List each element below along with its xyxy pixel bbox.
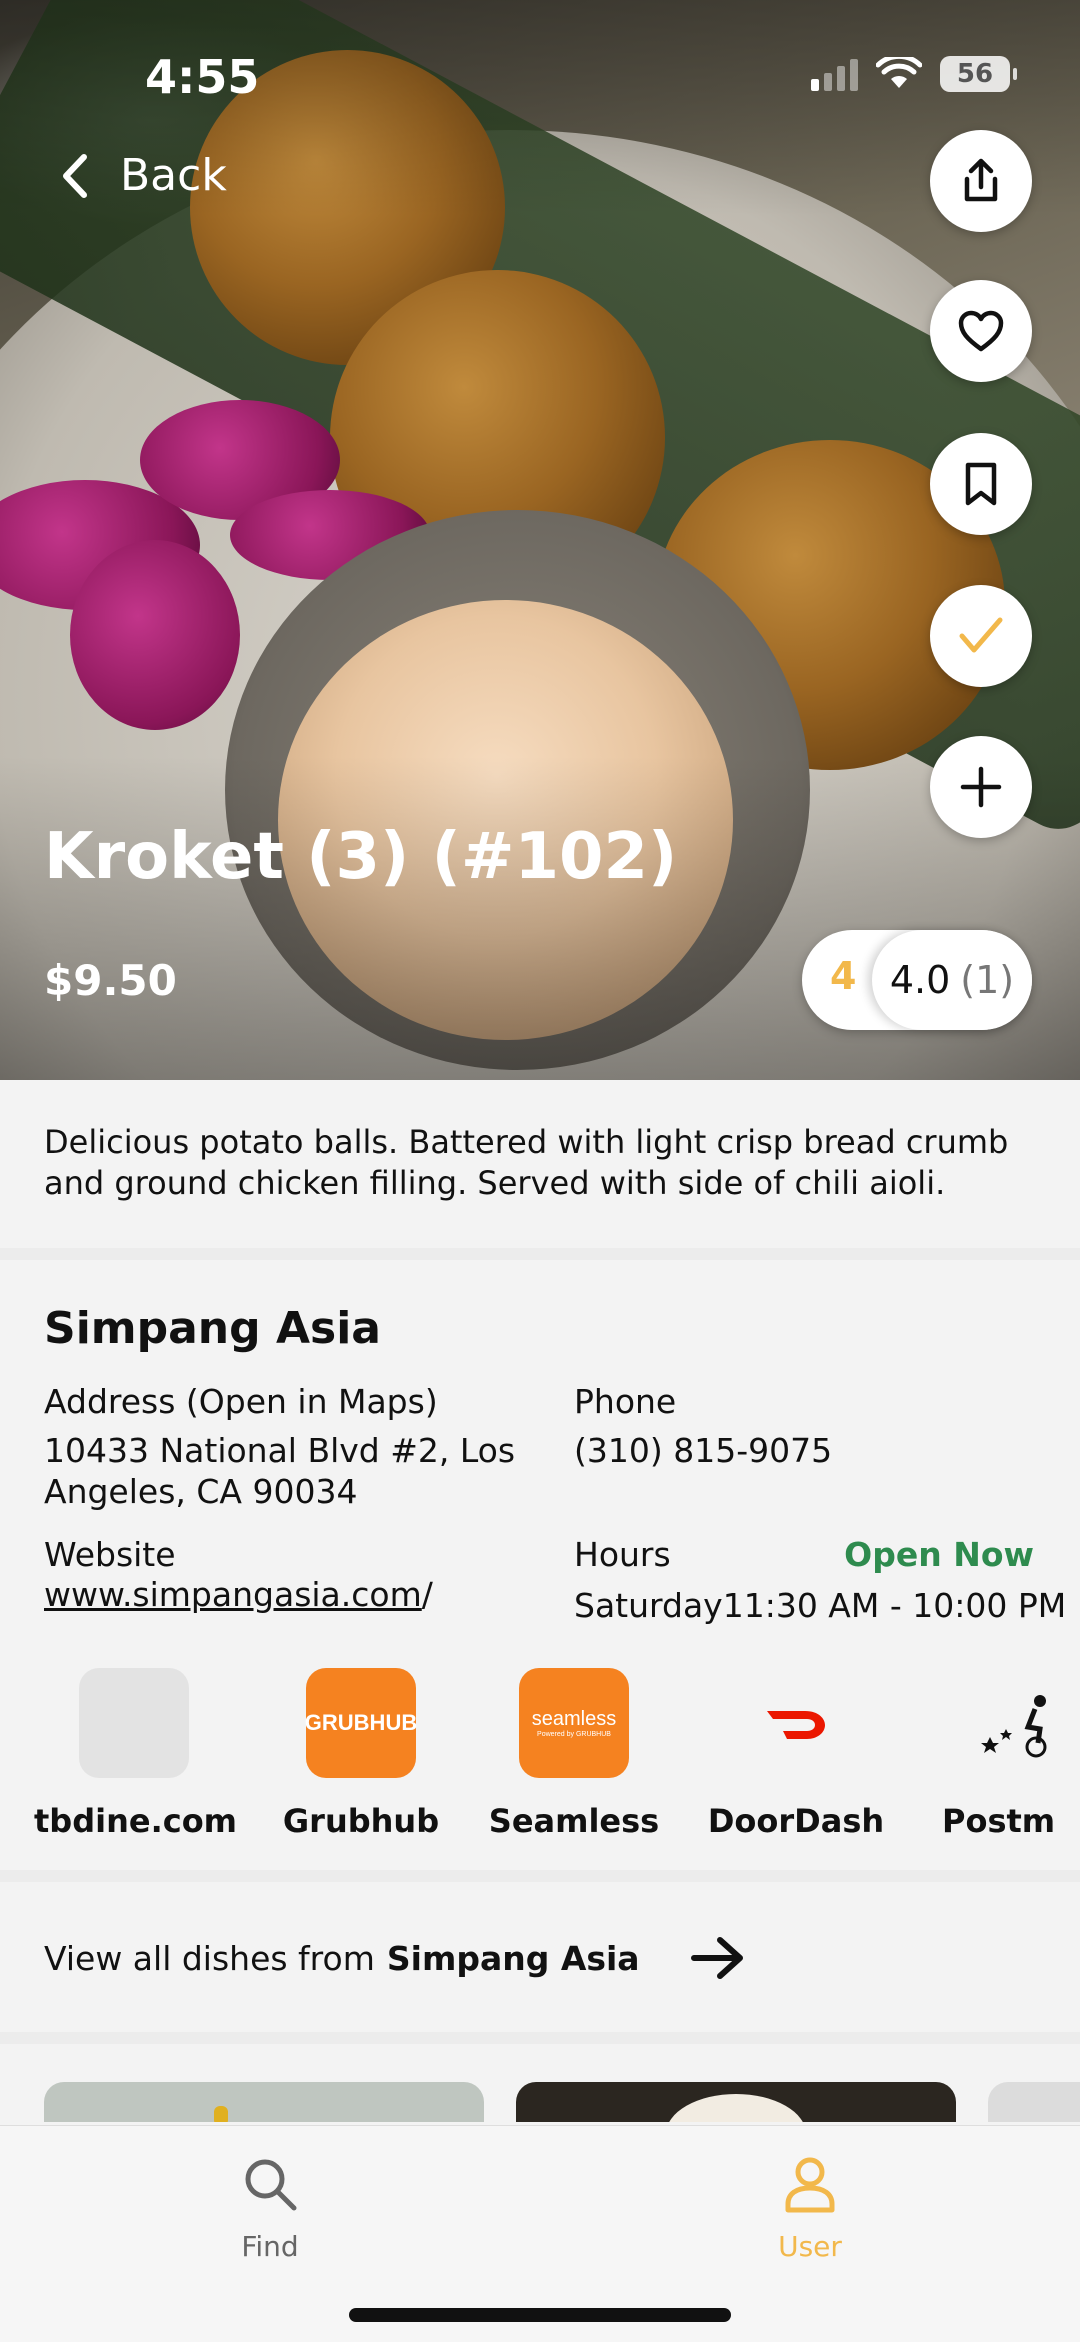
address-value[interactable]: 10433 National Blvd #2, Los Angeles, CA … [44,1430,515,1512]
divider [0,1870,1080,1882]
status-icons: 56 [811,56,1017,92]
back-label: Back [120,150,227,201]
tab-user[interactable]: User [710,2154,910,2263]
bookmark-icon [965,462,997,506]
view-all-prefix: View all dishes from [44,1938,375,1978]
chevron-left-icon [63,153,87,198]
average-rating-value: 4.0 [889,958,951,1002]
tab-find[interactable]: Find [170,2154,370,2263]
dish-cards[interactable] [0,2082,1080,2122]
average-rating: 4.0 (1) [872,930,1032,1030]
tbdine-logo [79,1668,189,1778]
service-grubhub[interactable]: GRUBHUB Grubhub [261,1668,461,1840]
view-all-restaurant: Simpang Asia [386,1938,640,1978]
delivery-services[interactable]: tbdine.com GRUBHUB Grubhub seamless Powe… [0,1668,1080,1853]
plus-icon [960,766,1002,808]
dish-card[interactable] [44,2082,484,2122]
hours-time: 11:30 AM - 10:00 PM [722,1586,1067,1625]
tried-button[interactable] [930,585,1032,687]
view-all-dishes-link[interactable]: View all dishes from Simpang Asia [44,1935,746,1981]
bookmark-button[interactable] [930,433,1032,535]
hours-label: Hours [574,1535,671,1574]
my-rating: 4 [830,954,857,998]
hours-day: Saturday [574,1586,723,1625]
tab-user-label: User [778,2230,842,2263]
dish-price: $9.50 [44,956,177,1005]
phone-value[interactable]: (310) 815-9075 [574,1430,832,1471]
service-name: Grubhub [282,1802,440,1840]
service-tbdine[interactable]: tbdine.com [34,1668,238,1840]
grubhub-logo: GRUBHUB [305,1668,417,1778]
website-label: Website [44,1535,176,1574]
check-icon [959,617,1003,653]
service-name: Seamless [488,1802,660,1840]
postmates-icon [981,1695,1047,1758]
service-doordash[interactable]: DoorDash [696,1668,896,1840]
service-seamless[interactable]: seamless Powered by GRUBHUB Seamless [474,1668,674,1840]
back-button[interactable]: Back [60,150,227,201]
tab-find-label: Find [241,2230,299,2263]
website-value[interactable]: www.simpangasia.com/ [44,1574,433,1615]
search-icon [245,2159,297,2211]
open-status: Open Now [844,1535,1034,1574]
dish-title: Kroket (3) (#102) [44,820,678,894]
address-label[interactable]: Address (Open in Maps) [44,1382,438,1421]
status-time: 4:55 [145,50,260,104]
address-line1: 10433 National Blvd #2, Los [44,1431,516,1470]
like-button[interactable] [930,280,1032,382]
service-name: DoorDash [707,1802,885,1840]
service-name: tbdine.com [34,1802,238,1840]
dish-card[interactable] [988,2082,1080,2122]
website-suffix: / [421,1575,433,1614]
arrow-right-icon [690,1937,743,1979]
address-line2: Angeles, CA 90034 [44,1472,358,1511]
service-name: Postm [942,1802,1056,1840]
home-indicator[interactable] [349,2308,731,2322]
heart-icon [958,310,1004,352]
restaurant-name: Simpang Asia [44,1303,381,1354]
share-icon [964,158,998,202]
battery-icon: 56 [940,56,1017,92]
doordash-logo [741,1668,851,1778]
phone-label: Phone [574,1382,677,1421]
wifi-icon [876,57,922,88]
signal-icon [811,57,858,91]
seamless-logo: seamless Powered by GRUBHUB [519,1668,629,1778]
website-link[interactable]: www.simpangasia.com [44,1575,422,1614]
user-icon [785,2157,835,2213]
doordash-icon [767,1711,825,1739]
dish-card[interactable] [516,2082,956,2122]
rating-count: (1) [960,958,1015,1002]
service-postmates[interactable]: Postm [930,1668,1080,1840]
share-button[interactable] [930,130,1032,232]
add-button[interactable] [930,736,1032,838]
hours-value: Saturday11:30 AM - 10:00 PM [574,1585,1066,1626]
postmates-logo [980,1668,1060,1778]
dish-card-photo [214,2106,228,2122]
divider [0,1248,1080,1260]
rating-pill[interactable]: 4 4.0 (1) [802,930,1032,1030]
divider [0,2032,1080,2044]
dish-description: Delicious potato balls. Battered with li… [44,1123,1009,1202]
dish-card-photo [666,2094,806,2122]
